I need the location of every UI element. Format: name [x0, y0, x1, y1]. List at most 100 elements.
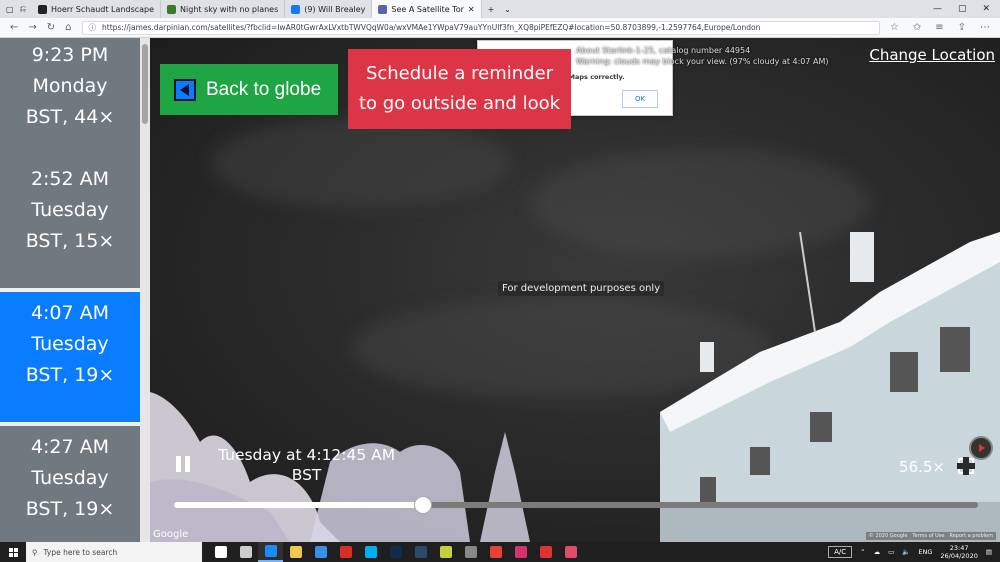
favicon-icon — [378, 4, 388, 14]
map-copyright: © 2020 Google — [868, 533, 908, 539]
mail-icon — [314, 546, 327, 558]
back-tab-icon[interactable]: ⎌ — [20, 4, 26, 14]
maximize-icon[interactable]: ▢ — [958, 4, 967, 14]
pass-item[interactable]: 9:23 PM Monday BST, 44× — [0, 38, 140, 164]
browser-tab[interactable]: Hoerr Schaudt Landscape — [32, 0, 162, 18]
browser-tab[interactable]: (9) Will Brealey — [285, 0, 373, 18]
pause-button[interactable] — [176, 456, 190, 472]
playback-datetime: Tuesday at 4:12:45 AM — [218, 446, 396, 464]
volume-icon[interactable]: 🔈 — [902, 548, 910, 556]
pass-time: 2:52 AM — [30, 168, 110, 190]
network-icon[interactable]: ▭ — [888, 548, 894, 556]
satellite-info-line: About Starlink-1-25, catalog number 4495… — [576, 46, 751, 55]
taskbar-app-stack[interactable] — [433, 542, 458, 562]
pause-icon — [185, 456, 190, 472]
scrollbar-thumb[interactable] — [142, 44, 148, 124]
close-tab-icon[interactable]: ✕ — [468, 5, 475, 14]
ac-indicator[interactable]: A/C — [828, 546, 853, 558]
houses-silhouette — [660, 232, 1000, 542]
sky-view[interactable]: gle Maps correctly. OK About Starlink-1-… — [150, 38, 1000, 542]
star-icon[interactable]: ☆ — [890, 22, 899, 33]
search-icon: ⚲ — [32, 547, 38, 557]
google-logo: Google — [153, 529, 189, 540]
taskbar-app-chrome[interactable] — [483, 542, 508, 562]
reading-list-icon[interactable]: ≡ — [935, 22, 943, 33]
pass-day: Tuesday — [31, 467, 109, 489]
multitask-icon — [239, 546, 252, 558]
drop-icon — [564, 546, 577, 558]
back-arrow-icon[interactable]: ← — [10, 22, 18, 33]
pass-list-scrollbar[interactable] — [140, 38, 150, 542]
search-placeholder: Type here to search — [43, 547, 118, 557]
taskbar-app-calculator[interactable] — [458, 542, 483, 562]
browser-tab-active[interactable]: See A Satellite Tor ✕ — [372, 0, 482, 18]
schedule-reminder-button[interactable]: Schedule a reminder to go outside and lo… — [348, 49, 571, 129]
cloud-warning: Warning: clouds may block your view. (97… — [576, 57, 829, 66]
tab-actions: ▢ ⎌ — [0, 0, 32, 18]
address-bar: ← → ↻ ⌂ ⓘ https://james.darpinian.com/sa… — [0, 18, 1000, 38]
language-indicator[interactable]: ENG — [918, 548, 932, 556]
dialog-ok-button[interactable]: OK — [622, 90, 658, 108]
chevron-down-icon[interactable]: ⌄ — [500, 5, 515, 14]
back-to-globe-label: Back to globe — [206, 78, 322, 100]
cloud-icon[interactable]: ☁ — [874, 548, 881, 556]
favicon-icon — [37, 4, 47, 14]
minimize-icon[interactable]: — — [933, 4, 942, 14]
terms-link[interactable]: Terms of Use — [912, 533, 944, 539]
tab-title: Hoerr Schaudt Landscape — [50, 4, 155, 14]
taskbar-app-multitask[interactable] — [233, 542, 258, 562]
chevron-up-icon[interactable]: ⌃ — [860, 548, 865, 556]
close-window-icon[interactable]: ✕ — [982, 4, 990, 14]
windows-start-icon[interactable] — [0, 547, 26, 557]
taskbar-app-indesign[interactable] — [508, 542, 533, 562]
skype-icon — [364, 546, 377, 558]
stack-icon — [439, 546, 452, 558]
browser-tab[interactable]: Night sky with no planes — [161, 0, 286, 18]
pass-zone: BST, 19× — [25, 364, 115, 386]
taskbar-app-drop[interactable] — [558, 542, 583, 562]
pass-time: 4:27 AM — [30, 436, 110, 458]
taskbar-app-lightroom[interactable] — [408, 542, 433, 562]
url-input[interactable]: ⓘ https://james.darpinian.com/satellites… — [81, 20, 880, 35]
taskbar-app-autocad[interactable] — [333, 542, 358, 562]
taskbar-app-photoshop[interactable] — [383, 542, 408, 562]
notification-icon[interactable]: ▤ — [986, 548, 992, 556]
autocad-icon — [339, 546, 352, 558]
home-icon[interactable]: ⌂ — [65, 22, 71, 33]
system-tray: A/C ⌃ ☁ ▭ 🔈 ENG 23:47 26/04/2020 ▤ — [828, 544, 1000, 560]
pass-item[interactable]: 4:27 AM Tuesday BST, 19× — [0, 426, 140, 542]
pass-item[interactable]: 2:52 AM Tuesday BST, 15× — [0, 158, 140, 288]
more-icon[interactable]: ⋯ — [980, 22, 990, 33]
taskbar-app-acrobat[interactable] — [533, 542, 558, 562]
taskbar-app-files[interactable] — [283, 542, 308, 562]
pass-day: Tuesday — [31, 333, 109, 355]
compass-icon[interactable] — [969, 436, 993, 460]
favorites-icon[interactable]: ✩ — [913, 22, 921, 33]
acrobat-icon — [539, 546, 552, 558]
playback-time: Tuesday at 4:12:45 AM BST — [218, 445, 395, 485]
nav-buttons: ← → ↻ ⌂ — [0, 22, 82, 33]
chrome-icon — [489, 546, 502, 558]
lightroom-icon — [414, 546, 427, 558]
back-to-globe-button[interactable]: Back to globe — [160, 64, 338, 115]
taskbar-app-mail[interactable] — [308, 542, 333, 562]
playback-zone: BST — [291, 466, 322, 484]
taskbar-app-task-view[interactable] — [208, 542, 233, 562]
window-icon[interactable]: ▢ — [6, 5, 14, 14]
refresh-icon[interactable]: ↻ — [47, 22, 55, 33]
pass-item-selected[interactable]: 4:07 AM Tuesday BST, 19× — [0, 292, 140, 422]
report-problem-link[interactable]: Report a problem — [949, 533, 993, 539]
taskbar-clock[interactable]: 23:47 26/04/2020 — [940, 544, 977, 560]
change-location-link[interactable]: Change Location — [869, 46, 995, 64]
share-icon[interactable]: ⇪ — [958, 22, 966, 33]
slider-fill — [174, 502, 424, 508]
time-slider[interactable] — [174, 496, 978, 514]
taskbar-app-skype[interactable] — [358, 542, 383, 562]
taskbar-app-edge[interactable] — [258, 542, 283, 562]
pass-time: 4:07 AM — [30, 302, 110, 324]
new-tab-icon[interactable]: + — [482, 5, 501, 14]
fullscreen-icon[interactable] — [957, 457, 975, 475]
forward-arrow-icon[interactable]: → — [28, 22, 36, 33]
trees-silhouette — [150, 392, 530, 542]
taskbar-search[interactable]: ⚲ Type here to search — [26, 542, 202, 562]
